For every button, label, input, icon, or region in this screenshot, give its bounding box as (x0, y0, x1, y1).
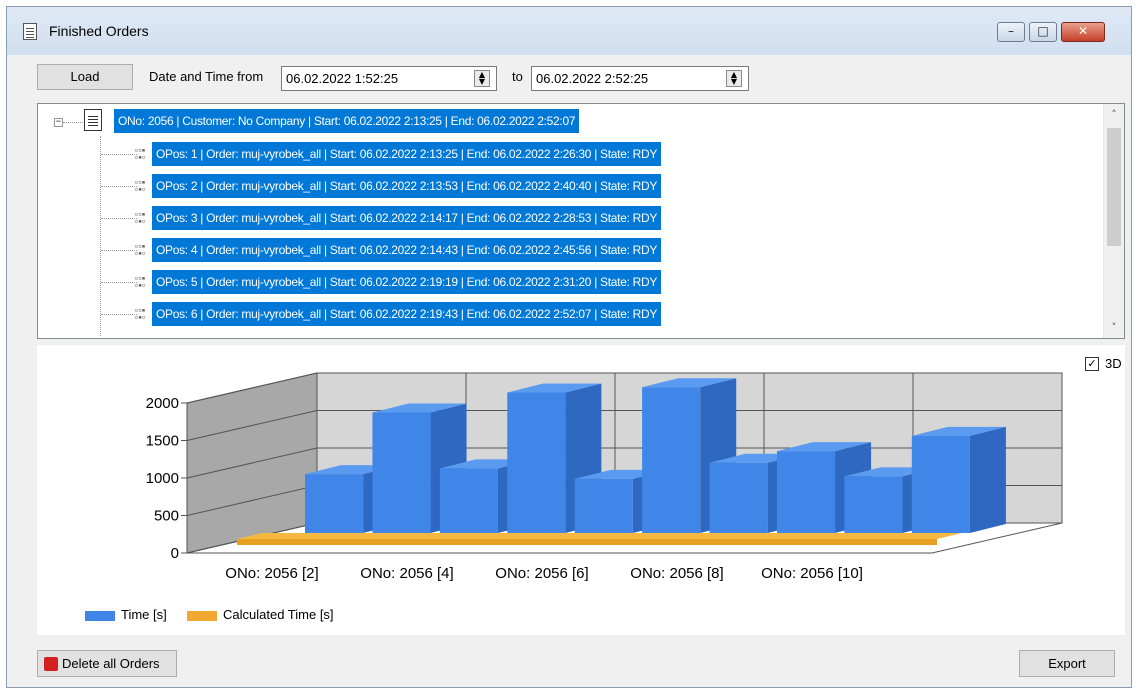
bar (642, 387, 701, 533)
scroll-thumb[interactable] (1107, 128, 1121, 246)
legend-swatch-calculated (187, 611, 217, 621)
x-tick-label: ONo: 2056 [6] (495, 565, 588, 582)
position-icon: ▫▫▪ ▫▪▫ (134, 179, 146, 193)
scroll-down-icon[interactable]: ˅ (1104, 321, 1124, 334)
x-tick-label: ONo: 2056 [2] (225, 565, 318, 582)
position-node[interactable]: OPos: 4 | Order: muj-vyrobek_all | Start… (152, 238, 662, 262)
bar (776, 451, 836, 533)
delete-all-orders-label: Delete all Orders (62, 656, 160, 671)
order-node[interactable]: ONo: 2056 | Customer: No Company | Start… (114, 109, 580, 133)
minimize-button[interactable]: – (997, 22, 1025, 42)
bar (507, 392, 566, 533)
legend-label-time: Time [s] (121, 607, 167, 622)
title-bar: Finished Orders – □ ✕ (7, 7, 1131, 55)
position-node[interactable]: OPos: 5 | Order: muj-vyrobek_all | Start… (152, 270, 662, 294)
window-title: Finished Orders (49, 23, 149, 39)
date-to-spinner-icon[interactable]: ▲ ▼ (726, 70, 742, 87)
legend-swatch-time (85, 611, 115, 621)
position-node[interactable]: OPos: 6 | Order: muj-vyrobek_all | Start… (152, 302, 662, 326)
bar (574, 478, 633, 533)
bar (911, 435, 970, 533)
calculated-time-series-top (237, 533, 962, 539)
delete-icon (44, 657, 58, 671)
date-from-label: Date and Time from (149, 69, 264, 84)
date-from-spinner-icon[interactable]: ▲ ▼ (474, 70, 490, 87)
y-tick-label: 500 (154, 508, 179, 525)
y-tick-label: 2000 (146, 395, 179, 412)
date-to-label: to (512, 69, 523, 84)
legend-label-calculated: Calculated Time [s] (223, 607, 334, 622)
delete-all-orders-button[interactable]: Delete all Orders (37, 650, 177, 677)
position-icon: ▫▫▪ ▫▪▫ (134, 275, 146, 289)
load-button[interactable]: Load (37, 64, 133, 90)
date-from-value: 06.02.2022 1:52:25 (286, 71, 399, 86)
tree-connector (63, 122, 83, 123)
bar-side (969, 426, 1006, 533)
y-tick-label: 1500 (146, 433, 179, 450)
position-icon: ▫▫▪ ▫▪▫ (134, 147, 146, 161)
bar (372, 412, 431, 533)
date-from-picker[interactable]: 06.02.2022 1:52:25 ▲ ▼ (281, 66, 497, 91)
position-node[interactable]: OPos: 1 | Order: muj-vyrobek_all | Start… (152, 142, 662, 166)
maximize-icon: □ (1037, 24, 1049, 38)
collapse-icon[interactable]: − (54, 118, 63, 127)
close-button[interactable]: ✕ (1061, 22, 1105, 42)
date-to-picker[interactable]: 06.02.2022 2:52:25 ▲ ▼ (531, 66, 749, 91)
tree-scrollbar[interactable]: ˄ ˅ (1103, 104, 1124, 338)
bar (305, 474, 364, 533)
scroll-up-icon[interactable]: ˄ (1104, 108, 1124, 121)
export-button[interactable]: Export (1019, 650, 1115, 677)
x-tick-label: ONo: 2056 [4] (360, 565, 453, 582)
bar (439, 468, 498, 533)
close-icon: ✕ (1077, 24, 1089, 38)
y-tick-label: 0 (171, 545, 179, 562)
bar (844, 476, 903, 533)
y-tick-label: 1000 (146, 470, 179, 487)
chart-panel: ✓ 3D 0 500 1000 1500 2000 ONo: 2056 [2] ONo: 2… (37, 345, 1125, 635)
x-tick-label: ONo: 2056 [8] (630, 565, 723, 582)
calculated-time-series-front (237, 539, 937, 545)
bar (709, 462, 768, 533)
position-node[interactable]: OPos: 3 | Order: muj-vyrobek_all | Start… (152, 206, 662, 230)
finished-orders-window: Finished Orders – □ ✕ Load Date and Time… (6, 6, 1132, 688)
order-document-icon (84, 109, 102, 131)
position-icon: ▫▫▪ ▫▪▫ (134, 243, 146, 257)
position-icon: ▫▫▪ ▫▪▫ (134, 307, 146, 321)
minimize-icon: – (1008, 24, 1014, 38)
position-node[interactable]: OPos: 2 | Order: muj-vyrobek_all | Start… (152, 174, 662, 198)
document-icon (23, 23, 37, 40)
tree-guide-line (100, 136, 101, 336)
maximize-button[interactable]: □ (1029, 22, 1057, 42)
date-to-value: 06.02.2022 2:52:25 (536, 71, 649, 86)
orders-tree[interactable]: − ONo: 2056 | Customer: No Company | Sta… (37, 103, 1125, 339)
time-bar-chart: 0 500 1000 1500 2000 ONo: 2056 [2] ONo: 2056 [… (146, 372, 1063, 582)
x-tick-label: ONo: 2056 [10] (761, 565, 863, 582)
position-icon: ▫▫▪ ▫▪▫ (134, 211, 146, 225)
